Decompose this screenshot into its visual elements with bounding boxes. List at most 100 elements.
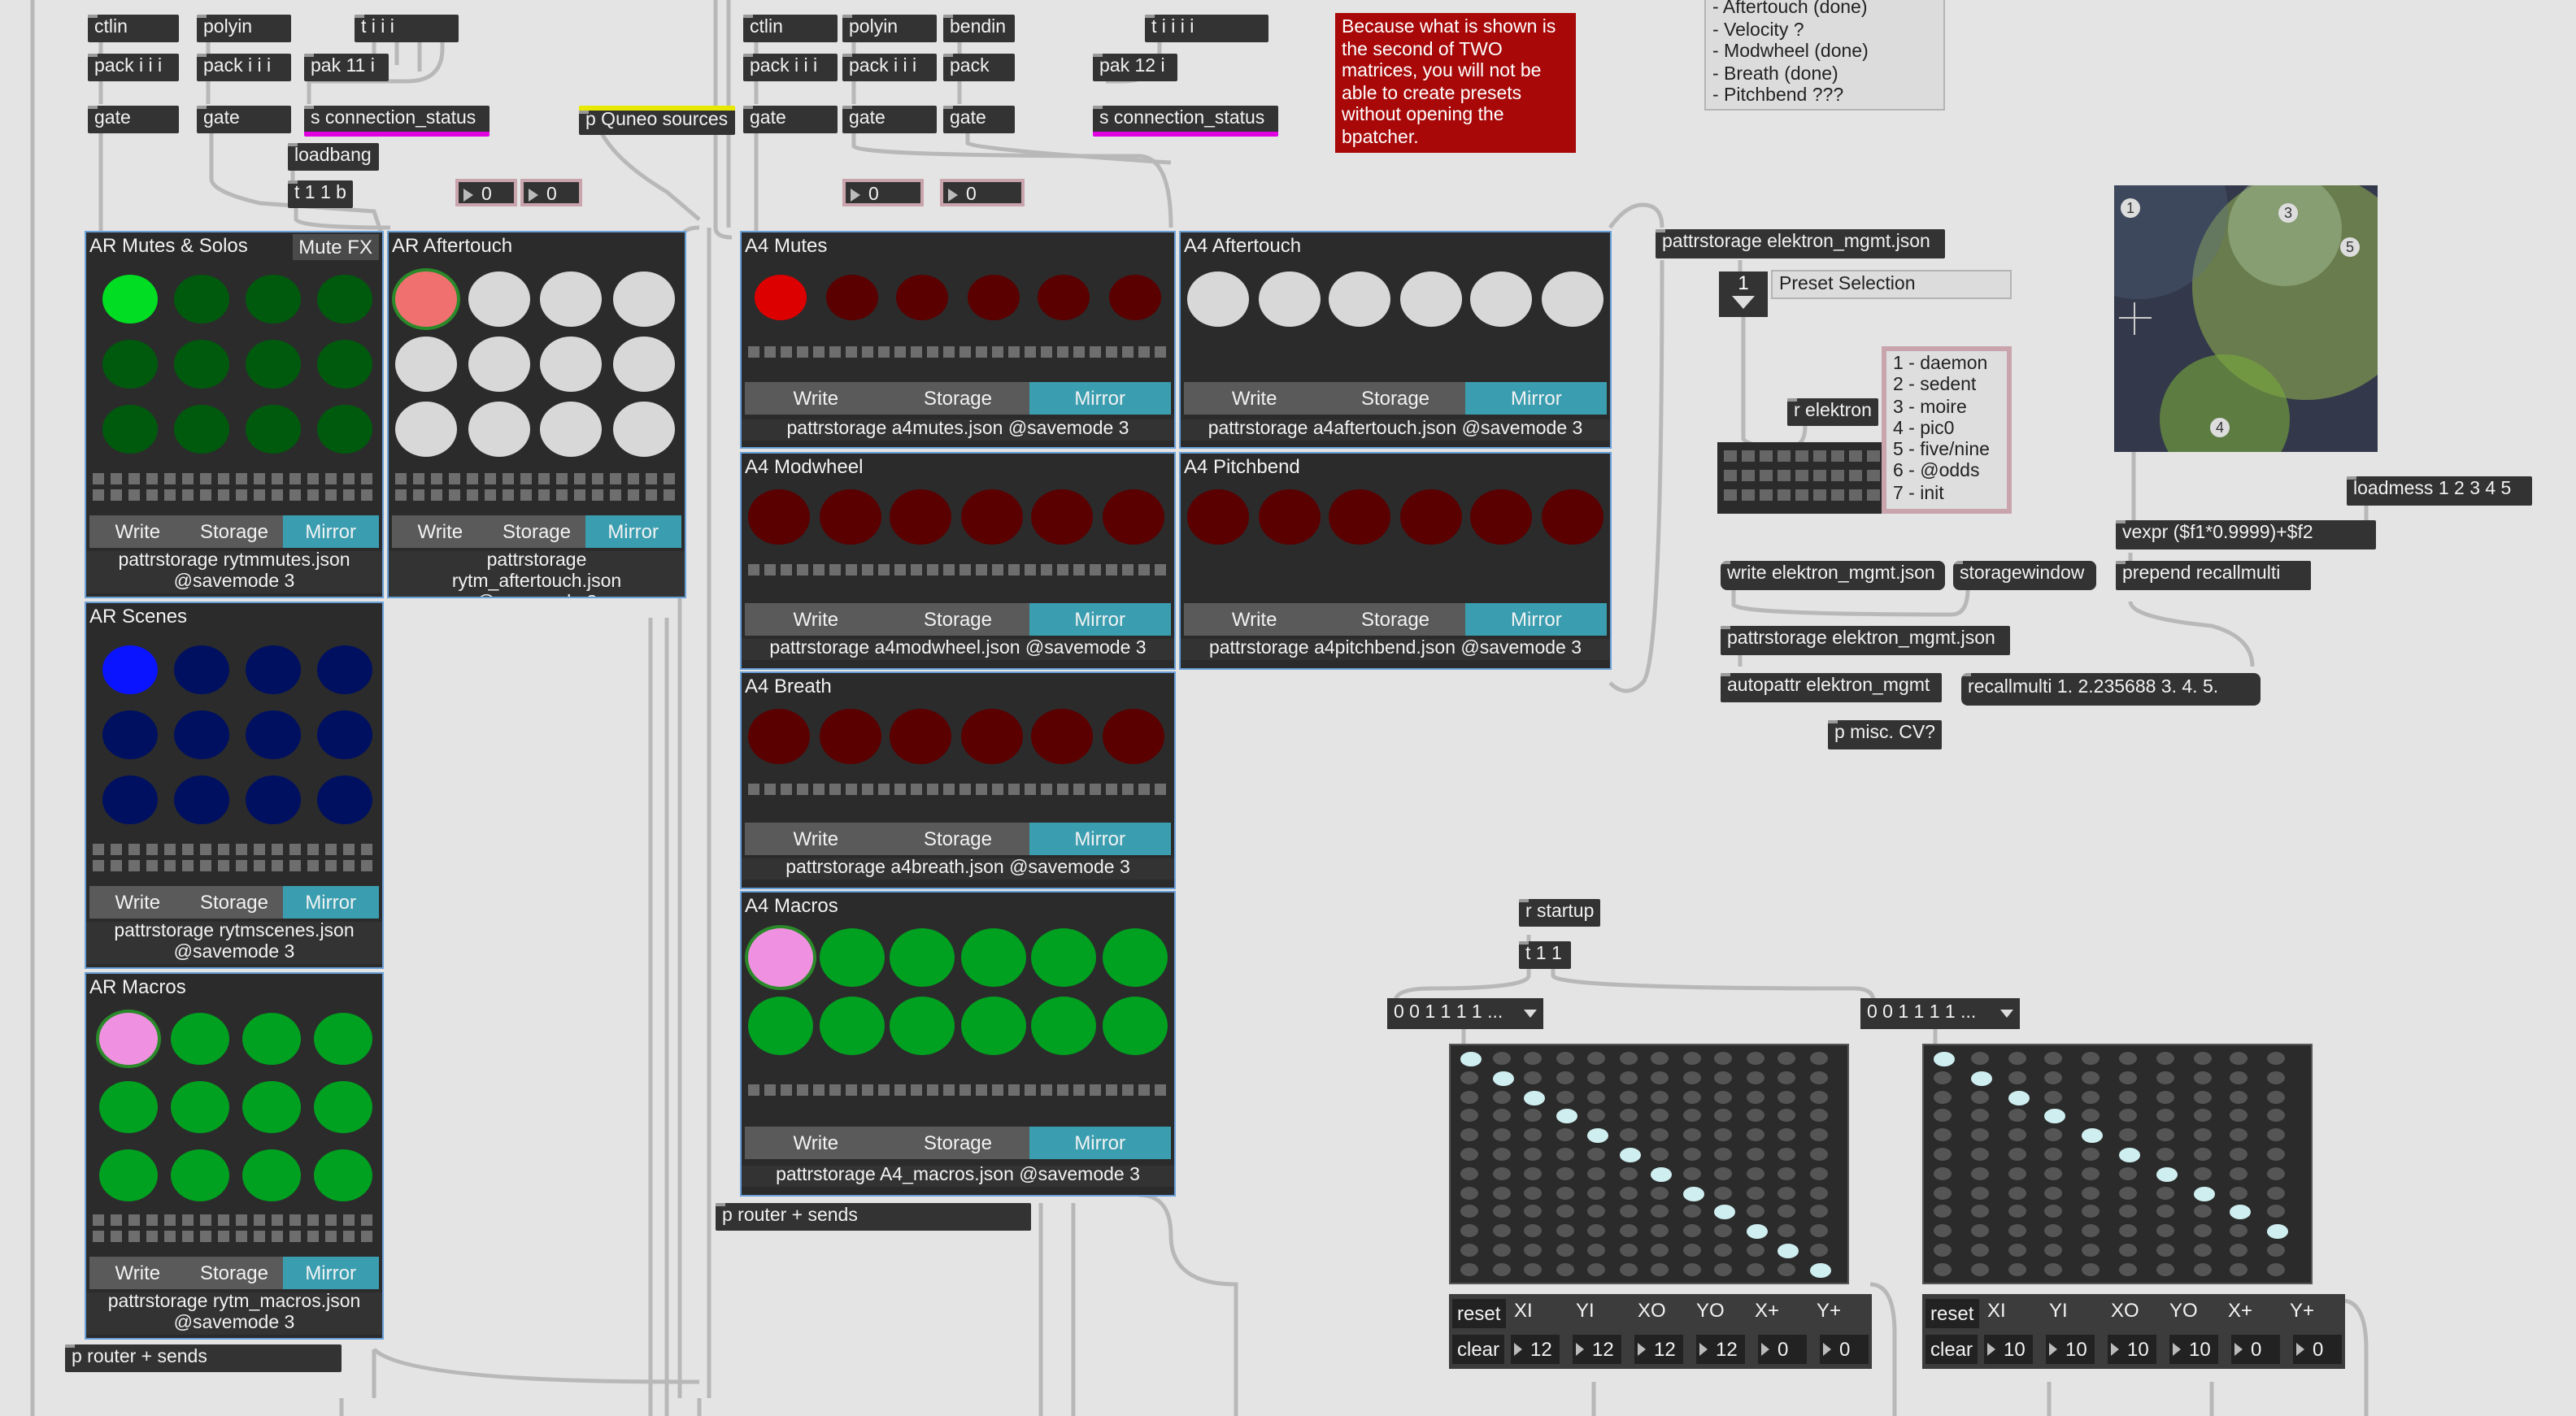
matrix-cell[interactable] — [1682, 1186, 1704, 1201]
matrix-cell[interactable] — [1619, 1166, 1637, 1180]
reset-button[interactable]: reset — [1452, 1299, 1506, 1328]
pattrstorage-object[interactable]: pattrstorage A4_macros.json @savemode 3 — [742, 1166, 1174, 1187]
matrix-cell[interactable] — [1778, 1071, 1795, 1084]
mirror-button[interactable]: Mirror — [1465, 382, 1608, 415]
matrix-cell[interactable] — [1651, 1205, 1669, 1218]
matrix-cell[interactable] — [1651, 1166, 1672, 1182]
matrix-cell[interactable] — [2230, 1224, 2248, 1238]
bpatcher-a4-after[interactable]: A4 Aftertouch Write Storage Mirror pattrstor… — [1179, 231, 1612, 449]
preset-slot[interactable] — [1742, 470, 1755, 481]
matrix-cell[interactable] — [2193, 1148, 2212, 1161]
preset-slot[interactable] — [1760, 489, 1773, 501]
gate-object[interactable]: gate — [743, 106, 838, 133]
matrix-cell[interactable] — [1460, 1148, 1478, 1161]
pad-button[interactable] — [468, 271, 530, 327]
mirror-button[interactable]: Mirror — [1465, 603, 1608, 636]
preset-slot[interactable] — [1867, 450, 1880, 462]
nodes-object[interactable]: 1 3 5 4 — [2114, 185, 2378, 452]
matrix-cell[interactable] — [1460, 1186, 1478, 1200]
matrix-cell[interactable] — [1460, 1052, 1482, 1066]
matrix-cell[interactable] — [1651, 1244, 1669, 1257]
pad-button[interactable] — [102, 405, 158, 454]
preset-slot[interactable] — [1795, 450, 1808, 462]
matrix-cell[interactable] — [1524, 1186, 1542, 1200]
matrix-cell[interactable] — [2156, 1052, 2174, 1065]
matrix-cell[interactable] — [2044, 1244, 2063, 1257]
preset-object[interactable] — [1717, 442, 1883, 514]
gate-object[interactable]: gate — [88, 106, 179, 133]
reset-button[interactable]: reset — [1925, 1299, 1979, 1328]
matrix-cell[interactable] — [2193, 1186, 2215, 1201]
pad-button[interactable] — [1541, 489, 1603, 545]
matrix-param-number[interactable]: 10 — [2169, 1335, 2218, 1364]
matrix-cell[interactable] — [2008, 1166, 2026, 1180]
pad-button[interactable] — [1329, 271, 1390, 327]
matrix-cell[interactable] — [1556, 1186, 1573, 1200]
matrix-param-number[interactable]: 10 — [2108, 1335, 2156, 1364]
matrix-cell[interactable] — [1587, 1052, 1605, 1065]
matrix-cell[interactable] — [1714, 1128, 1732, 1142]
matrix-cell[interactable] — [1746, 1052, 1764, 1065]
pad-button[interactable] — [317, 710, 372, 759]
preset-slot[interactable] — [1831, 489, 1844, 501]
matrix-cell[interactable] — [1460, 1166, 1478, 1180]
matrix-cell[interactable] — [1556, 1148, 1573, 1161]
matrix-cell[interactable] — [1746, 1186, 1764, 1200]
matrix-cell[interactable] — [2008, 1071, 2026, 1084]
write-button[interactable]: Write — [89, 515, 186, 548]
pad-button[interactable] — [395, 271, 457, 327]
pad-button[interactable] — [540, 402, 603, 457]
pad-button[interactable] — [102, 340, 158, 389]
matrix-cell[interactable] — [1587, 1071, 1605, 1084]
pad-button[interactable] — [1102, 997, 1167, 1055]
matrix-cell[interactable] — [1778, 1109, 1795, 1123]
matrix-param-number[interactable]: 0 — [2293, 1335, 2342, 1364]
matrix-cell[interactable] — [2193, 1224, 2212, 1238]
pad-button[interactable] — [468, 402, 530, 457]
matrix-cell[interactable] — [1746, 1244, 1764, 1257]
matrix-cell[interactable] — [1778, 1224, 1795, 1238]
misc-cv-subpatch[interactable]: p misc. CV? — [1828, 720, 1942, 749]
matrix-cell[interactable] — [1714, 1224, 1732, 1238]
matrix-cell[interactable] — [2193, 1205, 2212, 1218]
matrix-cell[interactable] — [1809, 1148, 1827, 1161]
matrix-cell[interactable] — [1809, 1244, 1827, 1257]
matrix-cell[interactable] — [1809, 1128, 1827, 1142]
matrix-cell[interactable] — [2156, 1166, 2178, 1182]
pad-button[interactable] — [102, 275, 158, 324]
matrix-cell[interactable] — [2044, 1262, 2063, 1276]
quneo-sources-subpatch[interactable]: p Quneo sources — [579, 106, 735, 135]
matrix-cell[interactable] — [2082, 1205, 2100, 1218]
matrix-cell[interactable] — [1809, 1071, 1827, 1084]
matrix-cell[interactable] — [2008, 1148, 2026, 1161]
matrix-cell[interactable] — [1746, 1262, 1764, 1276]
storage-button[interactable]: Storage — [186, 1257, 283, 1289]
matrix-cell[interactable] — [1934, 1166, 1952, 1180]
matrix-cell[interactable] — [2230, 1205, 2252, 1220]
matrix-cell[interactable] — [1524, 1244, 1542, 1257]
matrix-cell[interactable] — [1460, 1244, 1478, 1257]
pad-button[interactable] — [1399, 271, 1461, 327]
umenu-dropdown[interactable]: 0 0 1 1 1 1 ... — [1387, 998, 1543, 1029]
pad-button[interactable] — [890, 928, 955, 987]
matrix-cell[interactable] — [2230, 1244, 2248, 1257]
pad-button[interactable] — [174, 645, 229, 694]
matrix-cell[interactable] — [1970, 1071, 1992, 1086]
matrix-cell[interactable] — [2082, 1148, 2100, 1161]
pad-button[interactable] — [1187, 271, 1249, 327]
pad-button[interactable] — [171, 1013, 229, 1065]
preset-slot[interactable] — [1867, 489, 1880, 501]
matrix-cell[interactable] — [2119, 1262, 2137, 1276]
matrix-cell[interactable] — [1934, 1186, 1952, 1200]
preset-slot[interactable] — [1760, 450, 1773, 462]
pad-button[interactable] — [890, 709, 951, 764]
matrix-cell[interactable] — [1651, 1128, 1669, 1142]
loadbang-object[interactable]: loadbang — [288, 143, 379, 171]
matrix-cell[interactable] — [1524, 1224, 1542, 1238]
matrix-cell[interactable] — [1778, 1090, 1795, 1104]
matrix-cell[interactable] — [1587, 1205, 1605, 1218]
matrix-cell[interactable] — [1682, 1148, 1700, 1161]
bpatcher-a4-mod[interactable]: A4 Modwheel Write Storage Mirror pattrstorag… — [740, 452, 1176, 670]
matrix-cell[interactable] — [1809, 1052, 1827, 1065]
matrix-cell[interactable] — [2119, 1224, 2137, 1238]
